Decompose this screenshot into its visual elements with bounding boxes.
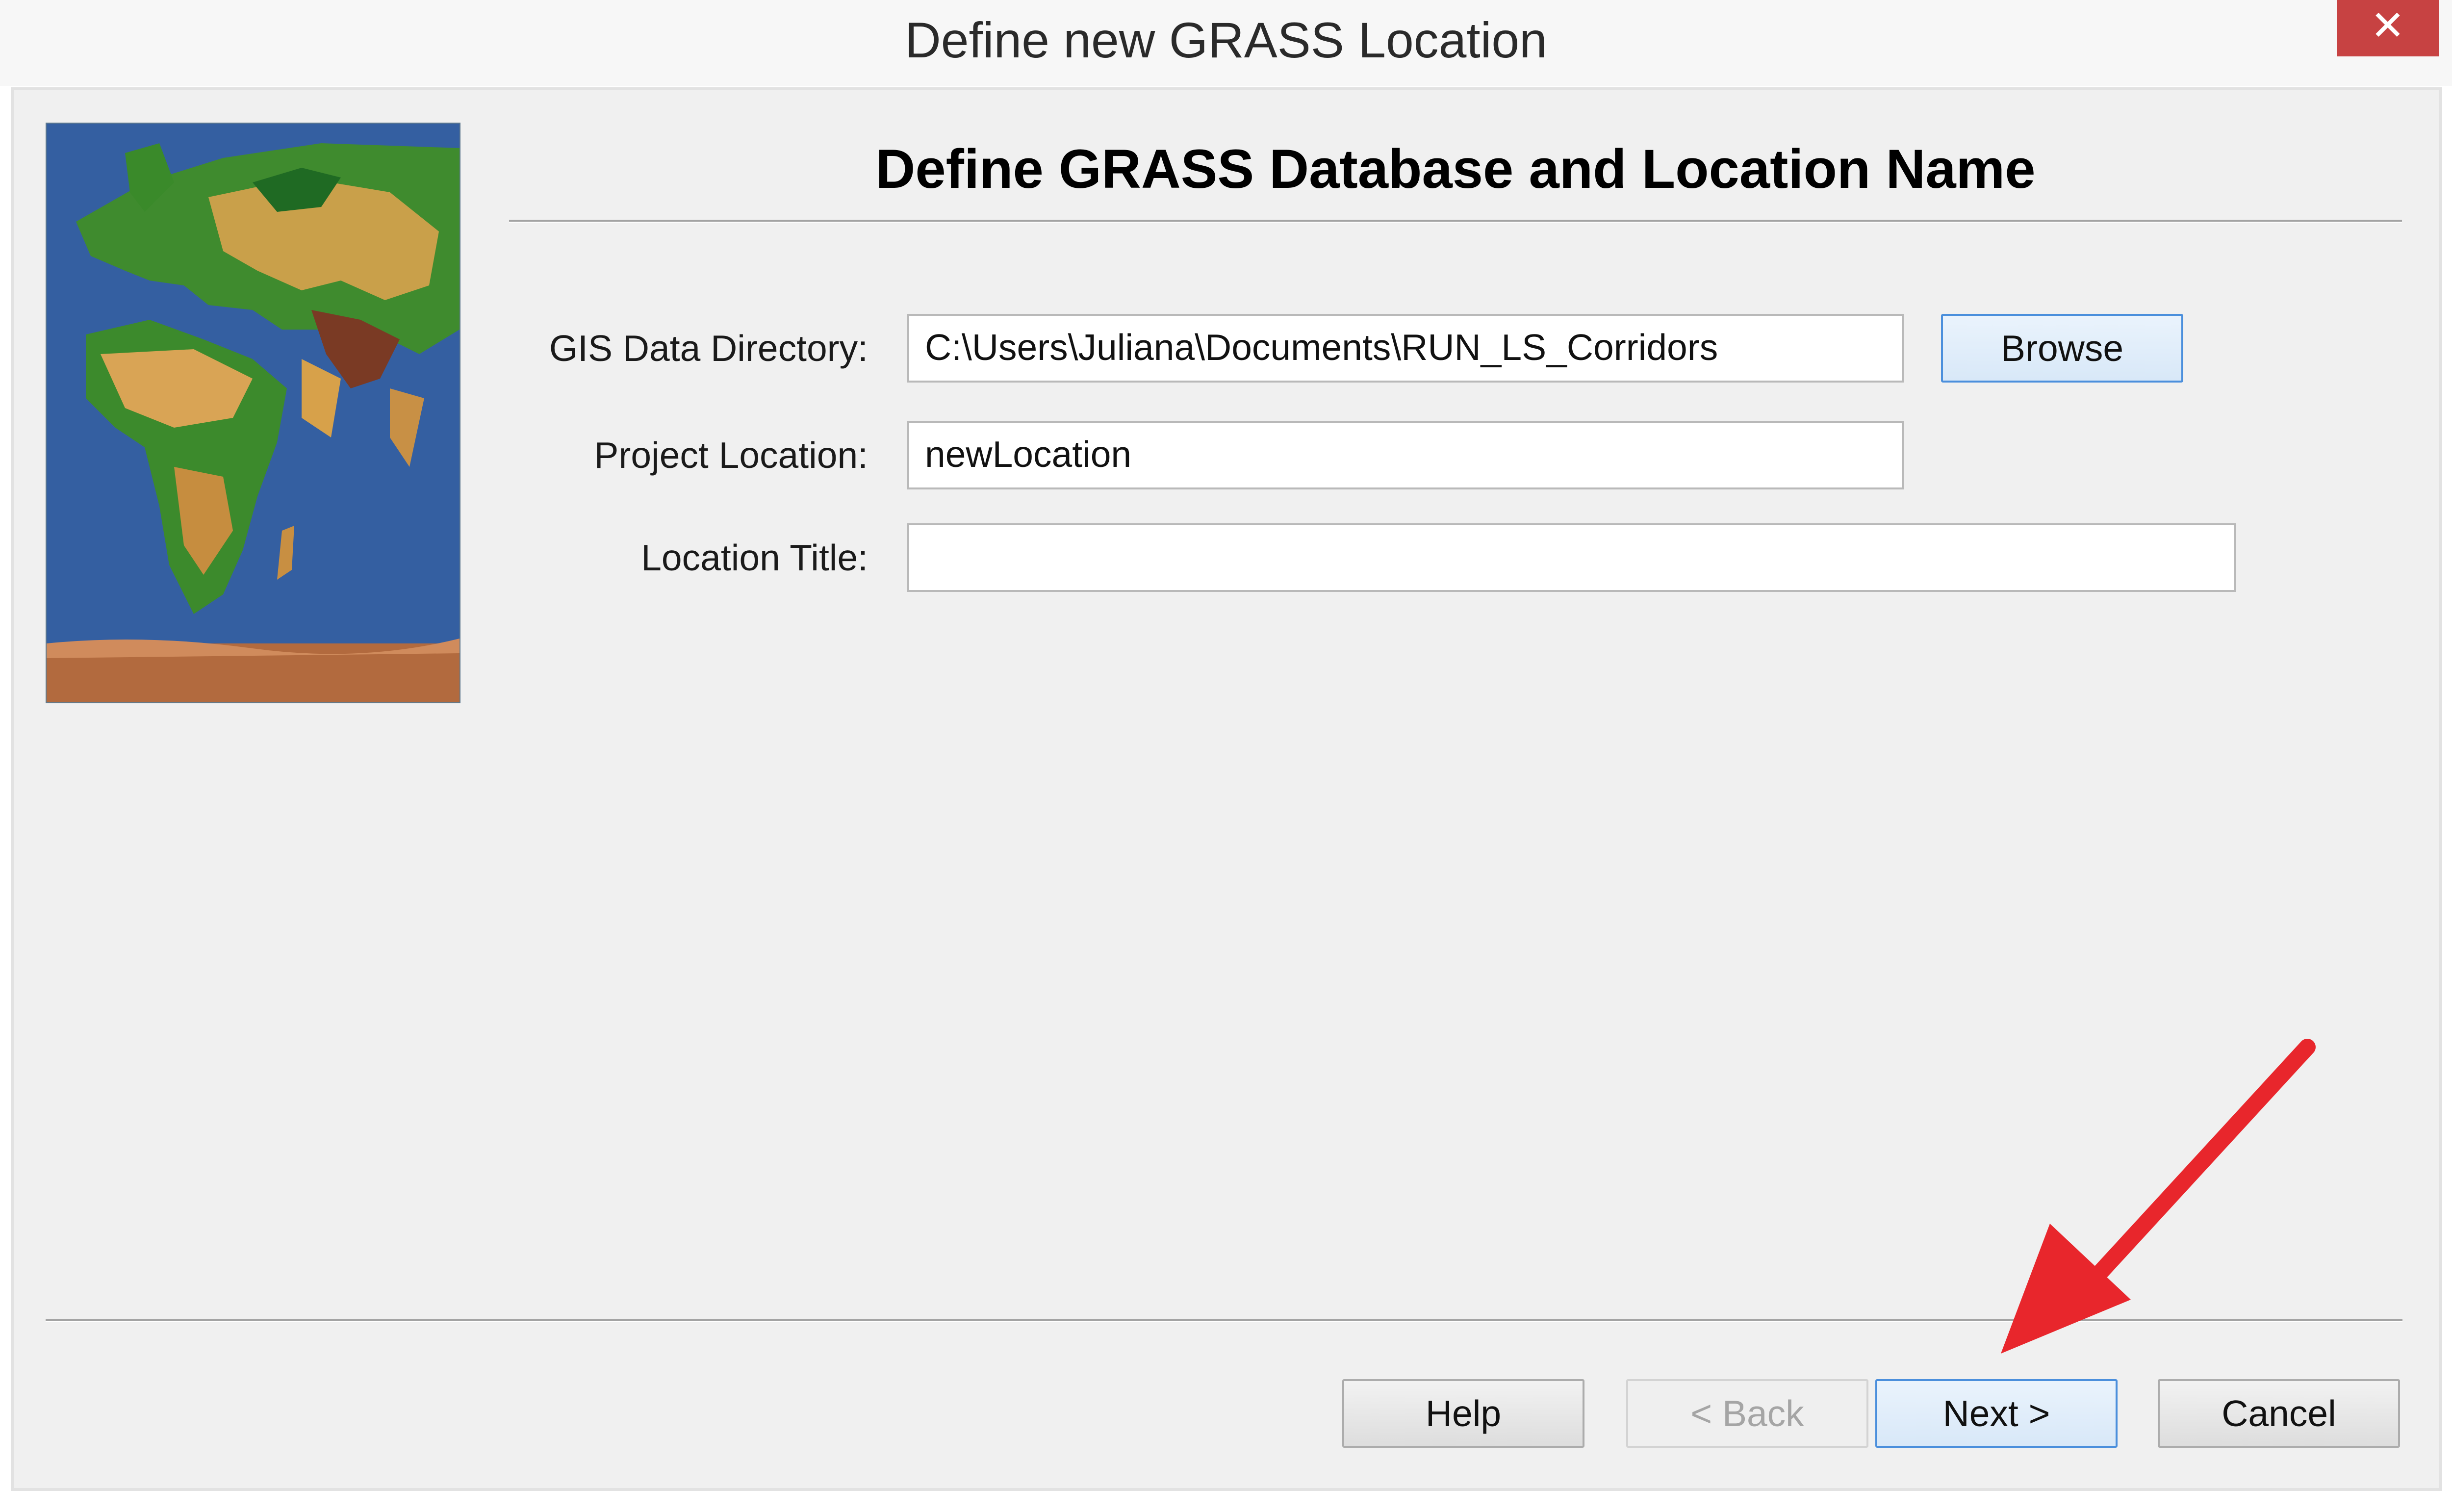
- annotation-arrow-icon: [2001, 1039, 2316, 1354]
